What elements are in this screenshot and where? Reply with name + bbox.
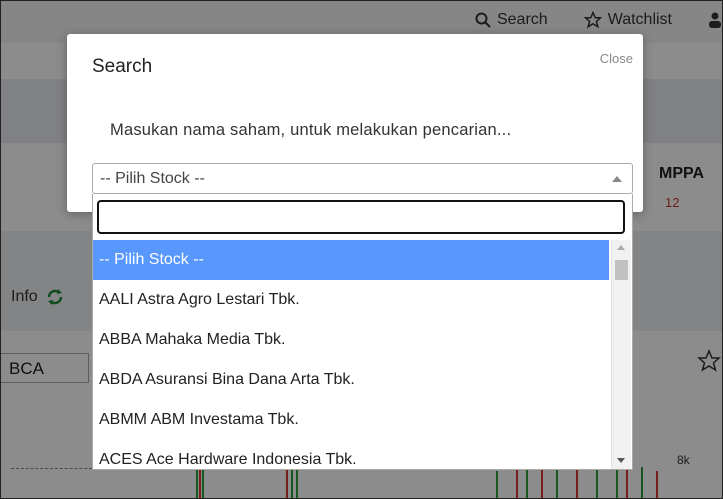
scrollbar[interactable] (611, 240, 631, 469)
modal-prompt: Masukan nama saham, untuk melakukan penc… (110, 121, 512, 139)
modal-title: Search (92, 56, 153, 77)
close-button[interactable]: Close (600, 51, 633, 66)
scrollbar-thumb[interactable] (615, 260, 628, 280)
option-item[interactable]: ABMM ABM Investama Tbk. (93, 400, 609, 440)
chevron-up-icon (612, 176, 622, 182)
scroll-up-icon[interactable] (617, 245, 625, 250)
option-item[interactable]: -- Pilih Stock -- (93, 240, 609, 280)
stock-dropdown: -- Pilih Stock -- AALI Astra Agro Lestar… (92, 194, 633, 470)
scroll-down-icon[interactable] (617, 458, 625, 463)
dropdown-search (97, 200, 625, 234)
stock-select[interactable]: -- Pilih Stock -- (92, 163, 633, 194)
select-value: -- Pilih Stock -- (100, 170, 205, 187)
dropdown-search-input[interactable] (97, 200, 625, 234)
option-item[interactable]: AALI Astra Agro Lestari Tbk. (93, 280, 609, 320)
option-list: -- Pilih Stock -- AALI Astra Agro Lestar… (93, 240, 609, 469)
app-window: Search Watchlist MPPA 12 Info BCA 8k Sea… (0, 0, 723, 499)
option-item[interactable]: ABBA Mahaka Media Tbk. (93, 320, 609, 360)
option-item[interactable]: ABDA Asuransi Bina Dana Arta Tbk. (93, 360, 609, 400)
option-item[interactable]: ACES Ace Hardware Indonesia Tbk. (93, 440, 609, 469)
